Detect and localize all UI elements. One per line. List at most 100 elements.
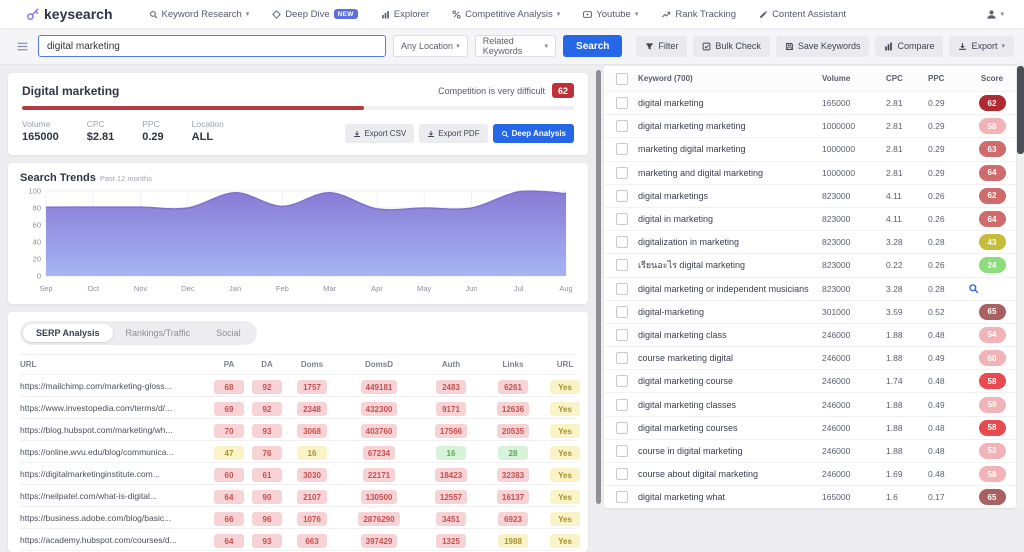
- score-badge: 43: [979, 234, 1006, 250]
- keyword-row: digital marketing class2460001.880.4854: [604, 324, 1016, 347]
- competition-progress-track: [22, 106, 574, 110]
- keyword-row: course in digital marketing2460001.880.4…: [604, 440, 1016, 463]
- caret-down-icon: ▾: [557, 11, 561, 18]
- panel-divider-scrollbar[interactable]: [596, 70, 601, 504]
- keyword-checkbox[interactable]: [616, 97, 628, 109]
- serp-url-link[interactable]: https://blog.hubspot.com/marketing/wh...: [20, 425, 210, 435]
- keyword-checkbox[interactable]: [616, 283, 628, 295]
- keyword-checkbox[interactable]: [616, 422, 628, 434]
- save-keywords-button[interactable]: Save Keywords: [776, 36, 870, 57]
- keyword-text[interactable]: course marketing digital: [638, 353, 822, 363]
- serp-metric-badge: 64: [214, 490, 244, 504]
- keyword-row: digital marketing classes2460001.880.495…: [604, 393, 1016, 416]
- keyword-text[interactable]: course about digital marketing: [638, 469, 822, 479]
- keyword-text[interactable]: digital-marketing: [638, 307, 822, 317]
- filter-button[interactable]: Filter: [636, 36, 687, 57]
- nav-item-content-assistant[interactable]: Content Assistant: [759, 9, 846, 20]
- export-button[interactable]: Export▾: [949, 36, 1014, 57]
- compare-button[interactable]: Compare: [875, 36, 943, 57]
- keyword-cpc: 2.81: [886, 144, 928, 154]
- keyword-checkbox[interactable]: [616, 236, 628, 248]
- keyword-checkbox[interactable]: [616, 329, 628, 341]
- keyword-text[interactable]: digital marketing what: [638, 492, 822, 502]
- nav-item-explorer[interactable]: Explorer: [381, 9, 429, 20]
- user-menu[interactable]: ▾: [986, 9, 1004, 20]
- keyword-ppc: 0.26: [928, 260, 968, 270]
- keyword-checkbox[interactable]: [616, 167, 628, 179]
- search-input[interactable]: [38, 35, 386, 57]
- keyword-text[interactable]: digital in marketing: [638, 214, 822, 224]
- save-icon: [785, 42, 794, 51]
- keyword-text[interactable]: digital marketing marketing: [638, 121, 822, 131]
- filter-icon: [645, 42, 654, 51]
- serp-url-link[interactable]: https://neilpatel.com/what-is-digital...: [20, 491, 210, 501]
- tab-serp-analysis[interactable]: SERP Analysis: [23, 324, 113, 342]
- deep-analysis-button[interactable]: Deep Analysis: [493, 124, 574, 143]
- search-toolbar: Any Location▾ Related Keywords▾ Search F…: [0, 28, 1024, 65]
- keyword-checkbox[interactable]: [616, 352, 628, 364]
- keyword-text[interactable]: marketing digital marketing: [638, 144, 822, 154]
- keyword-text[interactable]: digital marketing: [638, 98, 822, 108]
- keyword-text[interactable]: course in digital marketing: [638, 446, 822, 456]
- serp-metric-badge: 6261: [498, 380, 528, 394]
- serp-table-row: https://mailchimp.com/marketing-gloss...…: [20, 375, 576, 397]
- keyword-text[interactable]: digital marketing courses: [638, 423, 822, 433]
- serp-metric-badge: 2348: [297, 402, 327, 416]
- keyword-text[interactable]: digital marketing course: [638, 376, 822, 386]
- serp-metric-badge: 64: [214, 534, 244, 548]
- keyword-checkbox[interactable]: [616, 259, 628, 271]
- keyword-checkbox[interactable]: [616, 190, 628, 202]
- serp-url-link[interactable]: https://academy.hubspot.com/courses/d...: [20, 535, 210, 545]
- keyword-checkbox[interactable]: [616, 120, 628, 132]
- keyword-text[interactable]: digital marketings: [638, 191, 822, 201]
- keyword-checkbox[interactable]: [616, 375, 628, 387]
- select-all-checkbox[interactable]: [616, 73, 628, 85]
- keyword-text[interactable]: digital marketing class: [638, 330, 822, 340]
- logo[interactable]: keysearch: [26, 6, 113, 22]
- tab-social[interactable]: Social: [203, 324, 254, 342]
- serp-metric-badge: 6923: [498, 512, 528, 526]
- serp-url-link[interactable]: https://www.investopedia.com/terms/d/...: [20, 403, 210, 413]
- nav-item-youtube[interactable]: Youtube▾: [583, 9, 638, 20]
- magnifier-icon[interactable]: [968, 283, 1016, 294]
- serp-url-link[interactable]: https://business.adobe.com/blog/basic...: [20, 513, 210, 523]
- keyword-cpc: 1.6: [886, 492, 928, 502]
- serp-metric-badge: 76: [252, 446, 282, 460]
- keyword-ppc: 0.49: [928, 353, 968, 363]
- keyword-text[interactable]: เรียนอะไร digital marketing: [638, 258, 822, 272]
- keyword-title: Digital marketing: [22, 84, 119, 98]
- keyword-checkbox[interactable]: [616, 399, 628, 411]
- nav-item-competitive-analysis[interactable]: Competitive Analysis▾: [452, 9, 560, 20]
- key-icon: [26, 7, 40, 21]
- serp-metric-badge: 2483: [436, 380, 466, 394]
- keyword-text[interactable]: marketing and digital marketing: [638, 168, 822, 178]
- serp-url-link[interactable]: https://mailchimp.com/marketing-gloss...: [20, 381, 210, 391]
- keyword-text[interactable]: digital marketing classes: [638, 400, 822, 410]
- serp-metric-badge: 3451: [436, 512, 466, 526]
- keyword-type-select[interactable]: Related Keywords▾: [475, 35, 556, 57]
- keyword-text[interactable]: digital marketing or independent musicia…: [638, 284, 822, 294]
- keyword-volume: 246000: [822, 330, 886, 340]
- keyword-checkbox[interactable]: [616, 491, 628, 503]
- keyword-checkbox[interactable]: [616, 468, 628, 480]
- keyword-checkbox[interactable]: [616, 143, 628, 155]
- keyword-checkbox[interactable]: [616, 213, 628, 225]
- serp-url-link[interactable]: https://online.wvu.edu/blog/communica...: [20, 447, 210, 457]
- bulk-check-button[interactable]: Bulk Check: [693, 36, 770, 57]
- nav-item-rank-tracking[interactable]: Rank Tracking: [661, 9, 736, 20]
- keyword-checkbox[interactable]: [616, 306, 628, 318]
- export-csv-button[interactable]: Export CSV: [345, 124, 414, 143]
- list-icon[interactable]: [16, 40, 29, 53]
- search-button[interactable]: Search: [563, 35, 622, 57]
- page-scrollbar-thumb[interactable]: [1017, 66, 1024, 154]
- export-pdf-button[interactable]: Export PDF: [419, 124, 487, 143]
- serp-header-row: URLPADADomsDomsDAuthLinksURL: [20, 354, 576, 375]
- keyword-text[interactable]: digitalization in marketing: [638, 237, 822, 247]
- location-select[interactable]: Any Location▾: [393, 35, 468, 57]
- tab-rankings-traffic[interactable]: Rankings/Traffic: [113, 324, 204, 342]
- nav-item-deep-dive[interactable]: Deep DiveNEW: [272, 9, 357, 20]
- nav-item-keyword-research[interactable]: Keyword Research▾: [149, 9, 250, 20]
- serp-url-link[interactable]: https://digitalmarketinginstitute.com...: [20, 469, 210, 479]
- caret-down-icon: ▾: [1000, 11, 1004, 18]
- keyword-checkbox[interactable]: [616, 445, 628, 457]
